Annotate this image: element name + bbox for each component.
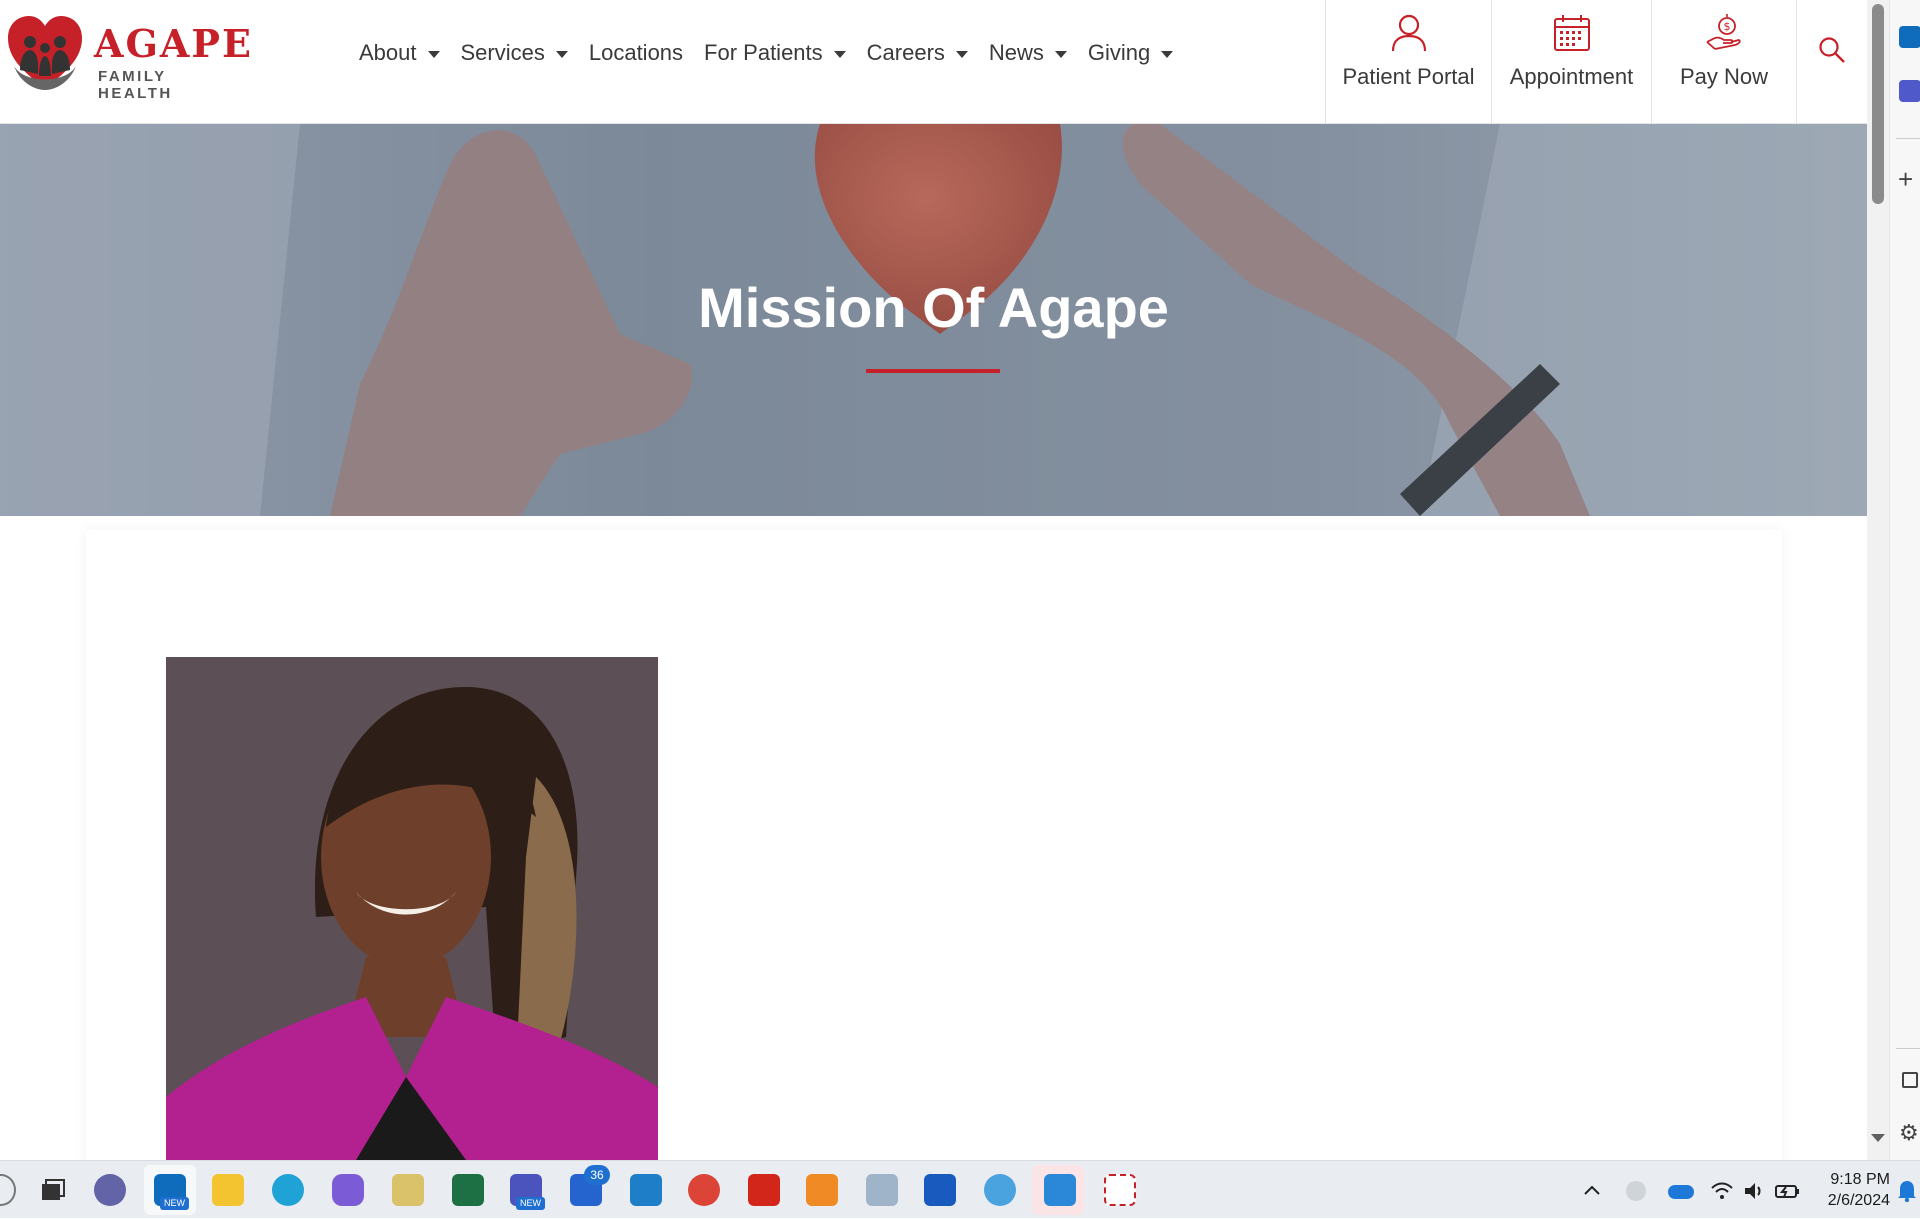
teams-meet-icon[interactable] bbox=[94, 1174, 126, 1206]
new-badge: NEW bbox=[516, 1197, 545, 1210]
svg-text:$: $ bbox=[1724, 20, 1731, 33]
site-header: AGAPE FAMILY HEALTH About Services Locat… bbox=[0, 0, 1867, 124]
nav-item-about[interactable]: About bbox=[359, 40, 440, 66]
caret-down-icon bbox=[833, 50, 846, 58]
patient-portal-link[interactable]: Patient Portal bbox=[1325, 0, 1491, 124]
main-nav: About Services Locations For Patients Ca… bbox=[359, 34, 1194, 72]
copilot-icon[interactable] bbox=[332, 1174, 364, 1206]
nav-item-label: About bbox=[359, 40, 417, 65]
battery-charging-icon[interactable] bbox=[1774, 1179, 1800, 1203]
notepad-icon[interactable] bbox=[1044, 1174, 1076, 1206]
browser-sidebar: + ⚙ bbox=[1889, 0, 1920, 1160]
sidebar-toggle-icon[interactable] bbox=[1902, 1072, 1918, 1088]
sidebar-divider bbox=[1896, 138, 1920, 139]
nav-item-locations[interactable]: Locations bbox=[589, 40, 683, 66]
remote-desktop-icon[interactable] bbox=[630, 1174, 662, 1206]
taskbar-clock[interactable]: 9:18 PM 2/6/2024 bbox=[1812, 1169, 1890, 1211]
excel-icon[interactable] bbox=[452, 1174, 484, 1206]
heart-family-logo-icon bbox=[8, 16, 82, 90]
caret-down-icon bbox=[955, 50, 968, 58]
logo-tagline: FAMILY HEALTH bbox=[98, 68, 173, 102]
scroll-down-arrow-icon[interactable] bbox=[1871, 1134, 1885, 1142]
title-underline bbox=[866, 369, 1000, 373]
system-tray bbox=[1580, 1161, 1810, 1219]
search-icon bbox=[1818, 37, 1845, 63]
clock-time: 9:18 PM bbox=[1830, 1171, 1890, 1188]
notes-app-icon[interactable] bbox=[392, 1174, 424, 1206]
appointment-link[interactable]: Appointment bbox=[1491, 0, 1651, 124]
caret-down-icon bbox=[1161, 50, 1174, 58]
volume-icon[interactable] bbox=[1742, 1179, 1766, 1203]
browser-viewport: AGAPE FAMILY HEALTH About Services Locat… bbox=[0, 0, 1867, 1160]
chevron-up-icon[interactable] bbox=[1580, 1179, 1604, 1203]
windows-taskbar: NEW NEW 36 9:18 PM 2/6/2024 bbox=[0, 1160, 1920, 1218]
nav-item-label: For Patients bbox=[704, 40, 823, 65]
nav-item-label: Careers bbox=[866, 40, 945, 65]
wifi-icon[interactable] bbox=[1710, 1179, 1734, 1203]
settings-gear-icon[interactable]: ⚙ bbox=[1899, 1120, 1919, 1146]
nav-item-label: News bbox=[988, 40, 1044, 65]
user-icon bbox=[1391, 14, 1426, 52]
portrait-image bbox=[166, 657, 658, 1160]
nav-item-careers[interactable]: Careers bbox=[867, 40, 968, 66]
notification-bell-icon[interactable] bbox=[1896, 1179, 1918, 1203]
hand-coin-icon: $ bbox=[1706, 14, 1741, 50]
clock-date: 2/6/2024 bbox=[1827, 1192, 1890, 1209]
reader-app-icon[interactable] bbox=[806, 1174, 838, 1206]
onedrive-cloud-icon[interactable] bbox=[1668, 1185, 1694, 1199]
nav-item-giving[interactable]: Giving bbox=[1087, 40, 1174, 66]
nav-item-label: Locations bbox=[588, 40, 684, 65]
logo-wordmark: AGAPE bbox=[94, 21, 253, 66]
add-icon[interactable]: + bbox=[1898, 166, 1913, 192]
new-badge: NEW bbox=[160, 1197, 189, 1210]
paint-icon[interactable] bbox=[984, 1174, 1016, 1206]
caret-down-icon bbox=[555, 50, 568, 58]
nav-item-services[interactable]: Services bbox=[461, 40, 568, 66]
patient-portal-label: Patient Portal bbox=[1342, 64, 1475, 89]
sidebar-divider bbox=[1896, 1048, 1920, 1049]
edge-browser-icon[interactable] bbox=[272, 1174, 304, 1206]
performance-monitor-icon[interactable] bbox=[866, 1174, 898, 1206]
search-circle-icon[interactable] bbox=[0, 1174, 16, 1206]
site-logo[interactable]: AGAPE FAMILY HEALTH bbox=[6, 12, 251, 102]
caret-down-icon bbox=[1054, 50, 1067, 58]
network-globe-icon[interactable] bbox=[1626, 1181, 1646, 1201]
caret-down-icon bbox=[427, 50, 440, 58]
snipping-tool-icon[interactable] bbox=[1104, 1174, 1136, 1206]
staff-portrait-photo bbox=[166, 657, 658, 1160]
scrollbar-thumb[interactable] bbox=[1872, 4, 1884, 204]
pay-now-link[interactable]: $ Pay Now bbox=[1651, 0, 1796, 124]
teams-sidebar-icon[interactable] bbox=[1899, 80, 1920, 102]
nav-item-for-patients[interactable]: For Patients bbox=[704, 40, 846, 66]
pay-now-label: Pay Now bbox=[1679, 64, 1769, 89]
task-view-icon[interactable] bbox=[36, 1174, 68, 1206]
word-icon[interactable] bbox=[924, 1174, 956, 1206]
appointment-label: Appointment bbox=[1509, 64, 1634, 89]
search-button[interactable] bbox=[1796, 0, 1866, 124]
acrobat-icon[interactable] bbox=[748, 1174, 780, 1206]
nav-item-label: Giving bbox=[1087, 40, 1151, 65]
file-explorer-icon[interactable] bbox=[212, 1174, 244, 1206]
quick-links: Patient Portal Appointment $ Pay Now bbox=[1325, 0, 1866, 124]
nav-item-label: Services bbox=[460, 40, 545, 65]
todo-count-badge: 36 bbox=[584, 1165, 610, 1185]
content-card bbox=[86, 530, 1782, 1160]
hero-banner: Mission Of Agape bbox=[0, 124, 1867, 516]
calendar-icon bbox=[1553, 15, 1590, 51]
page-scrollbar[interactable] bbox=[1867, 0, 1889, 1160]
nav-item-news[interactable]: News bbox=[989, 40, 1067, 66]
page-title: Mission Of Agape bbox=[698, 276, 1169, 339]
outlook-sidebar-icon[interactable] bbox=[1899, 26, 1920, 48]
chrome-icon[interactable] bbox=[688, 1174, 720, 1206]
